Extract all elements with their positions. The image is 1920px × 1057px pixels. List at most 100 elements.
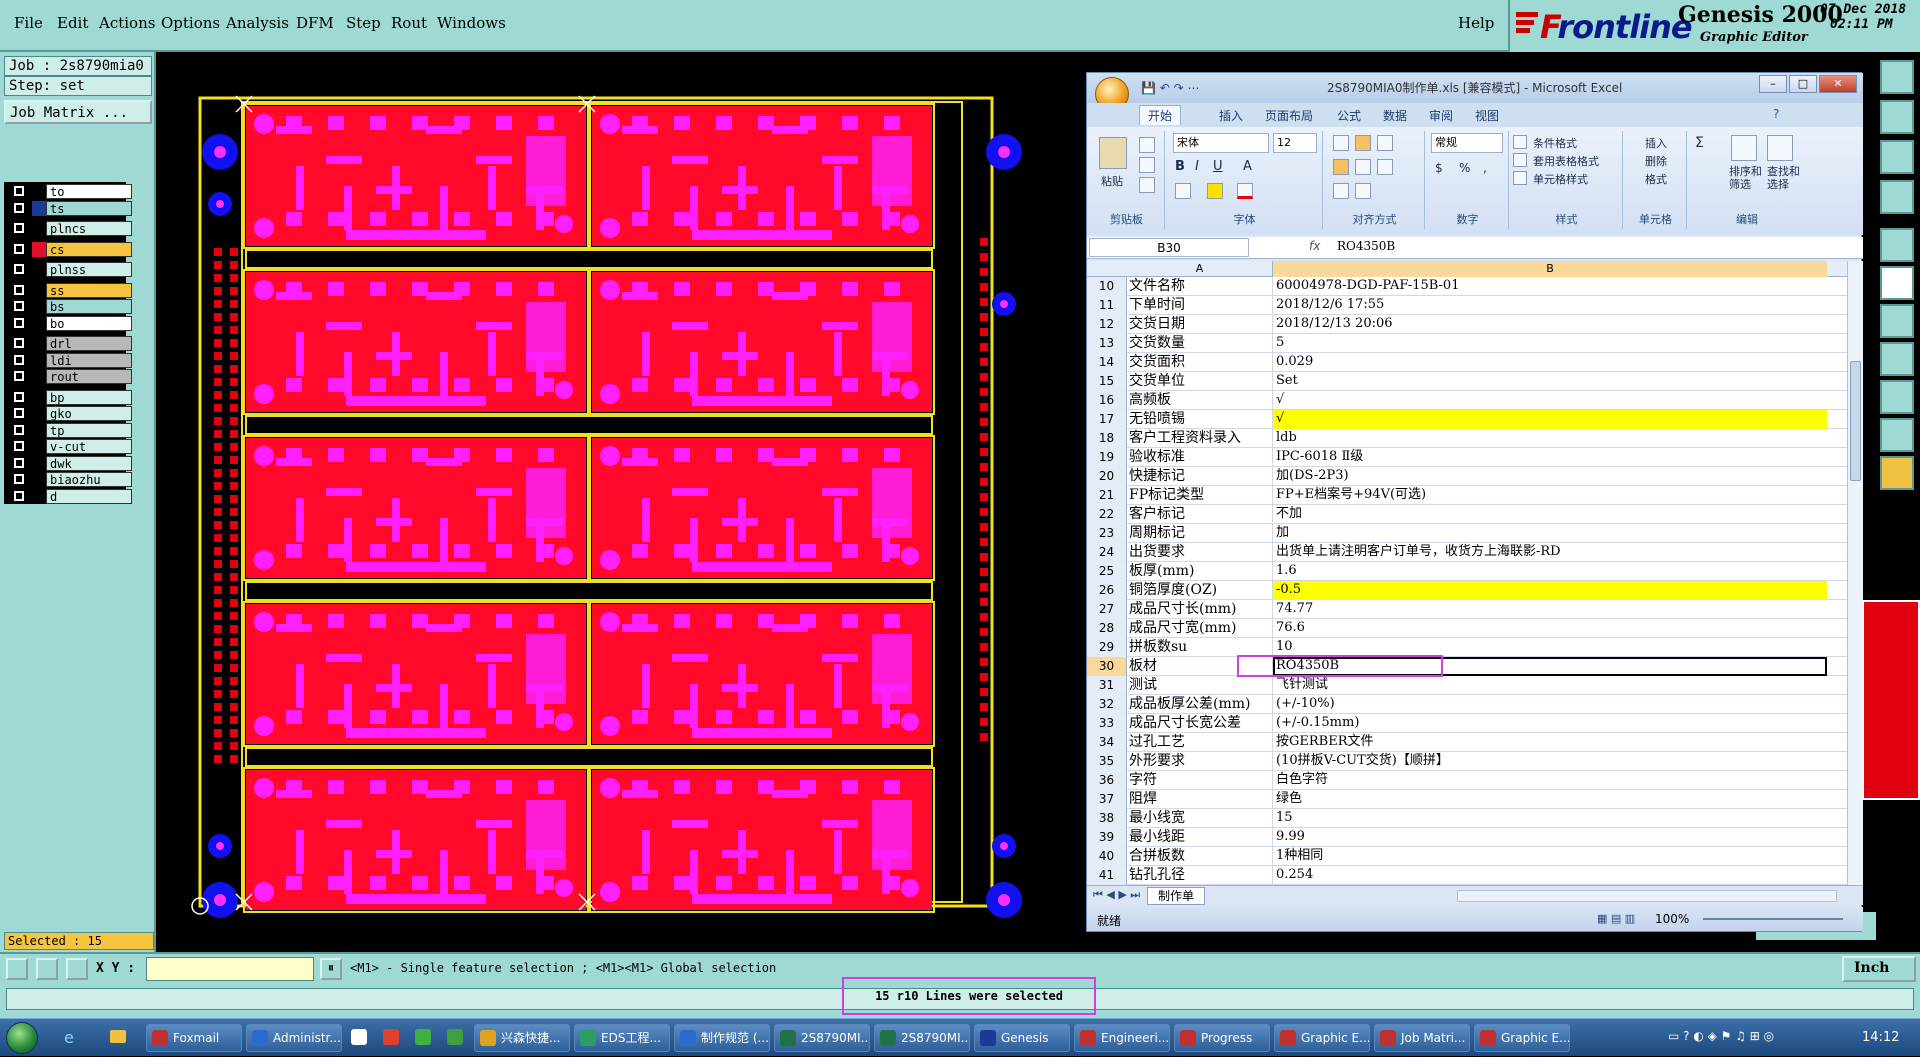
italic-icon[interactable]: I: [1195, 159, 1199, 174]
layer-checkbox[interactable]: [14, 338, 24, 348]
layer-name[interactable]: ldi: [46, 352, 132, 368]
cell-b[interactable]: 76.6: [1273, 619, 1827, 638]
cell-a[interactable]: 交货面积: [1127, 353, 1273, 372]
maximize-icon[interactable]: □: [1789, 75, 1817, 93]
ribbon-tab-6[interactable]: 视图: [1475, 107, 1499, 124]
taskbar-item[interactable]: [346, 1024, 376, 1052]
layer-checkbox[interactable]: [14, 408, 24, 418]
layer-row-ldi[interactable]: ldi: [10, 352, 132, 368]
menu-file[interactable]: File: [14, 14, 43, 32]
table-row[interactable]: 28 成品尺寸宽(mm) 76.6: [1087, 619, 1847, 638]
row-number[interactable]: 32: [1087, 695, 1127, 714]
table-row[interactable]: 15 交货单位 Set: [1087, 372, 1847, 391]
cell-b[interactable]: 0.254: [1273, 866, 1827, 885]
table-row[interactable]: 27 成品尺寸长(mm) 74.77: [1087, 600, 1847, 619]
quick-access-icons[interactable]: 💾 ↶ ↷ ⋯: [1141, 81, 1200, 95]
layer-name[interactable]: bo: [46, 315, 132, 331]
layer-checkbox[interactable]: [14, 264, 24, 274]
row-number[interactable]: 24: [1087, 543, 1127, 562]
menu-help[interactable]: Help: [1458, 14, 1494, 32]
cell-a[interactable]: 最小线宽: [1127, 809, 1273, 828]
layer-color-swatch[interactable]: [32, 315, 46, 331]
format-painter-icon[interactable]: [1139, 177, 1155, 193]
taskbar-item[interactable]: [442, 1024, 472, 1052]
cell-a[interactable]: 交货单位: [1127, 372, 1273, 391]
table-row[interactable]: 22 客户标记 不加: [1087, 505, 1847, 524]
cell-b[interactable]: ldb: [1273, 429, 1827, 448]
layer-row-tp[interactable]: tp: [10, 422, 132, 438]
layer-checkbox[interactable]: [14, 223, 24, 233]
layer-checkbox[interactable]: [14, 424, 24, 435]
layer-name[interactable]: tp: [46, 422, 132, 438]
cell-a[interactable]: 阻焊: [1127, 790, 1273, 809]
horizontal-scrollbar[interactable]: [1457, 890, 1837, 902]
table-row[interactable]: 26 铜箔厚度(OZ) -0.5: [1087, 581, 1847, 600]
table-row[interactable]: 13 交货数量 5: [1087, 334, 1847, 353]
cell-b[interactable]: 白色字符: [1273, 771, 1827, 790]
cell-style-button[interactable]: 单元格样式: [1533, 171, 1588, 187]
cell-a[interactable]: 出货要求: [1127, 543, 1273, 562]
cell-a[interactable]: 合拼板数: [1127, 847, 1273, 866]
help-icon[interactable]: ?: [1773, 107, 1779, 121]
indent-icon[interactable]: [1333, 183, 1349, 199]
taskbar-item[interactable]: 兴森快捷...: [474, 1024, 570, 1052]
row-number[interactable]: 27: [1087, 600, 1127, 619]
taskbar-item[interactable]: Progress: [1174, 1024, 1270, 1052]
row-number[interactable]: 22: [1087, 505, 1127, 524]
layer-name[interactable]: bs: [46, 299, 132, 314]
row-number[interactable]: 11: [1087, 296, 1127, 315]
row-number[interactable]: 29: [1087, 638, 1127, 657]
table-row[interactable]: 20 快捷标记 加(DS-2P3): [1087, 467, 1847, 486]
ribbon-tab-5[interactable]: 审阅: [1429, 107, 1453, 124]
table-row[interactable]: 23 周期标记加: [1087, 524, 1847, 543]
row-number[interactable]: 31: [1087, 676, 1127, 695]
zoom-box-icon[interactable]: [6, 958, 28, 980]
table-row[interactable]: 41 钻孔孔径 0.254: [1087, 866, 1847, 885]
column-b-header[interactable]: B: [1273, 261, 1827, 277]
row-number[interactable]: 13: [1087, 334, 1127, 353]
menu-windows[interactable]: Windows: [437, 14, 506, 32]
tool-button-1[interactable]: [1880, 60, 1914, 94]
table-row[interactable]: 12 交货日期 2018/12/13 20:06: [1087, 315, 1847, 334]
ribbon-tab-1[interactable]: 插入: [1219, 107, 1243, 124]
table-row[interactable]: 32 成品板厚公差(mm) (+/-10%): [1087, 695, 1847, 714]
pcb-panel-drawing[interactable]: [158, 52, 1088, 952]
layer-row-to[interactable]: to: [10, 184, 132, 199]
taskbar-item[interactable]: Graphic E...: [1274, 1024, 1370, 1052]
font-size-box[interactable]: 12: [1273, 133, 1317, 153]
taskbar-item[interactable]: Administr...: [246, 1024, 342, 1052]
menu-rout[interactable]: Rout: [391, 14, 427, 32]
sort-filter-button[interactable]: 排序和筛选: [1729, 165, 1765, 191]
view-buttons[interactable]: ▦ ▤ ▥: [1597, 912, 1635, 925]
bold-icon[interactable]: B: [1175, 159, 1185, 174]
row-number[interactable]: 12: [1087, 315, 1127, 334]
table-format-button[interactable]: 套用表格格式: [1533, 153, 1599, 169]
cell-grid[interactable]: 10 文件名称 60004978-DGD-PAF-15B-01 11 下单时间 2018/…: [1087, 277, 1847, 885]
cut-icon[interactable]: [1139, 137, 1155, 153]
table-row[interactable]: 25 板厚(mm) 1.6: [1087, 562, 1847, 581]
layer-checkbox[interactable]: [14, 371, 24, 381]
menu-actions[interactable]: Actions: [99, 14, 155, 32]
layer-checkbox[interactable]: [14, 354, 24, 365]
cell-b[interactable]: 1.6: [1273, 562, 1827, 581]
cell-b[interactable]: (10拼板V-CUT交货)【顺拼】: [1273, 752, 1827, 771]
tool-button-11[interactable]: [1880, 456, 1914, 490]
insert-cells-button[interactable]: 插入: [1645, 135, 1667, 151]
tool-button-2[interactable]: [1880, 100, 1914, 134]
tool-button-8[interactable]: [1880, 342, 1914, 376]
copy-icon[interactable]: [1139, 157, 1155, 173]
cell-a[interactable]: 板厚(mm): [1127, 562, 1273, 581]
tool-button-3[interactable]: [1880, 140, 1914, 174]
taskbar-item[interactable]: Graphic E...: [1474, 1024, 1570, 1052]
excel-window[interactable]: 2S8790MIA0制作单.xls [兼容模式] - Microsoft Exc…: [1086, 72, 1863, 932]
row-number[interactable]: 34: [1087, 733, 1127, 752]
taskbar-item[interactable]: 2S8790MI...: [874, 1024, 970, 1052]
start-button[interactable]: [6, 1022, 38, 1054]
layer-color-swatch[interactable]: [32, 369, 46, 384]
taskbar-item[interactable]: 制作规范 (...: [674, 1024, 770, 1052]
row-number[interactable]: 26: [1087, 581, 1127, 600]
ribbon-tab-3[interactable]: 公式: [1337, 107, 1361, 124]
grid-snap-icon[interactable]: [66, 958, 88, 980]
table-row[interactable]: 29 拼板数su 10: [1087, 638, 1847, 657]
font-color-icon[interactable]: [1237, 183, 1253, 199]
